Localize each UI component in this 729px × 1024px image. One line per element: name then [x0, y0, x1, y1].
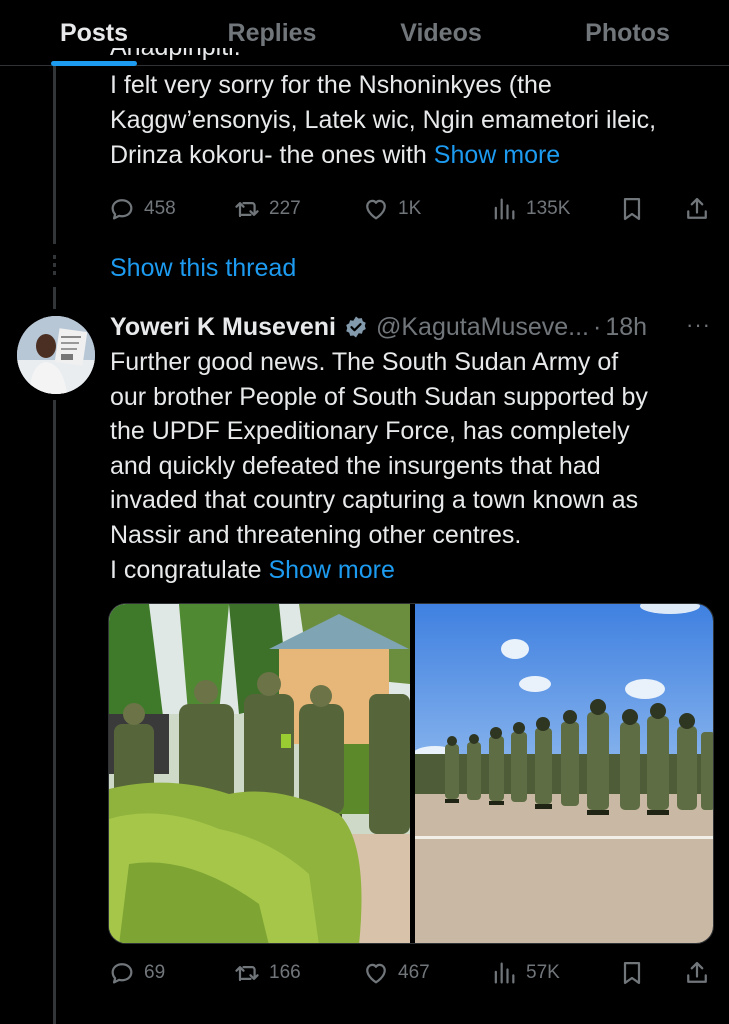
- thread-line-bottom: [53, 400, 56, 1024]
- reply-icon: [111, 963, 133, 984]
- media-photo-formation[interactable]: [413, 604, 713, 943]
- like-count: 467: [398, 962, 430, 983]
- repost-icon: [235, 202, 259, 218]
- tweet-line-3: the UPDF Expeditionary Force, has comple…: [110, 417, 630, 446]
- reply-button[interactable]: 458: [108, 192, 176, 226]
- prev-line-3: Drinza kokoru- the ones with: [110, 141, 434, 169]
- media-photo-officers[interactable]: [109, 604, 414, 943]
- bookmark-icon: [623, 961, 641, 985]
- prev-line-1: I felt very sorry for the Nshoninkyes (t…: [110, 71, 552, 99]
- prev-line-2: Kaggw’ensonyis, Latek wic, Ngin emametor…: [110, 106, 657, 134]
- repost-count: 227: [269, 198, 301, 219]
- thread-line-mid: [53, 287, 56, 309]
- prev-line-3-wrap: Drinza kokoru- the ones with Show more: [110, 138, 710, 173]
- tweet-line-7-wrap: I congratulate Show more: [110, 553, 715, 588]
- repost-icon: [235, 966, 259, 982]
- tweet-line-2: our brother People of South Sudan suppor…: [110, 382, 648, 411]
- avatar[interactable]: [17, 316, 95, 394]
- tab-videos-label: Videos: [400, 18, 482, 47]
- verified-badge-icon: [346, 316, 366, 338]
- like-button[interactable]: 1K: [362, 192, 421, 226]
- share-icon: [687, 961, 707, 983]
- reply-count: 458: [144, 198, 176, 219]
- tab-photos[interactable]: Photos: [526, 0, 729, 66]
- views-icon: [494, 962, 515, 984]
- repost-button[interactable]: 227: [233, 192, 301, 226]
- reply-button[interactable]: 69: [108, 956, 165, 990]
- like-icon: [366, 199, 386, 220]
- tweet-line-6: Nassir and threatening other centres.: [110, 520, 522, 549]
- views-icon: [494, 198, 515, 220]
- repost-button[interactable]: 166: [233, 956, 301, 990]
- share-icon: [687, 197, 707, 219]
- prev-tweet-text: I felt very sorry for the Nshoninkyes (t…: [110, 68, 710, 173]
- tweet-actions: 69 166 467 57K: [108, 956, 713, 990]
- prev-tweet-cut-text: Ahadpinpiti.: [110, 48, 270, 65]
- tab-photos-label: Photos: [585, 18, 670, 47]
- avatar-photo: [17, 316, 95, 394]
- tab-posts-label: Posts: [59, 18, 129, 47]
- timestamp[interactable]: 18h: [605, 313, 647, 342]
- prev-tweet-actions: 458 227 1K 135K: [108, 192, 713, 226]
- tab-videos[interactable]: Videos: [356, 0, 526, 66]
- author-handle[interactable]: @KagutaMuseve...: [376, 313, 589, 342]
- like-count: 1K: [398, 198, 422, 219]
- tweet-line-5: invaded that country capturing a town kn…: [110, 486, 639, 515]
- like-button[interactable]: 467: [362, 956, 430, 990]
- tweet-line-4: and quickly defeated the insurgents that…: [110, 451, 601, 480]
- bookmark-button[interactable]: [618, 192, 646, 226]
- tweet-line-7: I congratulate: [110, 555, 269, 584]
- prev-show-more-link[interactable]: Show more: [434, 141, 560, 169]
- views-count: 135K: [526, 198, 571, 219]
- like-icon: [366, 963, 386, 984]
- prev-tweet-cut-line: Ahadpinpiti.: [110, 48, 270, 68]
- separator-dot: ·: [593, 312, 602, 341]
- tweet-line-1: Further good news. The South Sudan Army …: [110, 348, 619, 376]
- reply-icon: [111, 199, 133, 220]
- reply-count: 69: [144, 962, 166, 983]
- more-options-icon[interactable]: ···: [686, 312, 711, 338]
- author-name[interactable]: Yoweri K Museveni: [110, 313, 336, 342]
- tab-replies-label: Replies: [227, 18, 317, 47]
- show-more-link[interactable]: Show more: [268, 556, 394, 584]
- share-button[interactable]: [683, 192, 711, 226]
- views-button[interactable]: 57K: [490, 956, 560, 990]
- thread-line-top: [53, 66, 56, 244]
- views-button[interactable]: 135K: [490, 192, 570, 226]
- bookmark-icon: [623, 197, 641, 221]
- repost-count: 166: [269, 962, 301, 983]
- tweet-header: Yoweri K Museveni @KagutaMuseve... · 18h…: [110, 310, 715, 344]
- tweet-text: Further good news. The South Sudan Army …: [110, 345, 715, 587]
- share-button[interactable]: [683, 956, 711, 990]
- bookmark-button[interactable]: [618, 956, 646, 990]
- thread-dots: [53, 255, 56, 279]
- views-count: 57K: [526, 962, 560, 983]
- show-this-thread-link[interactable]: Show this thread: [110, 254, 296, 283]
- tweet-media: [108, 603, 714, 944]
